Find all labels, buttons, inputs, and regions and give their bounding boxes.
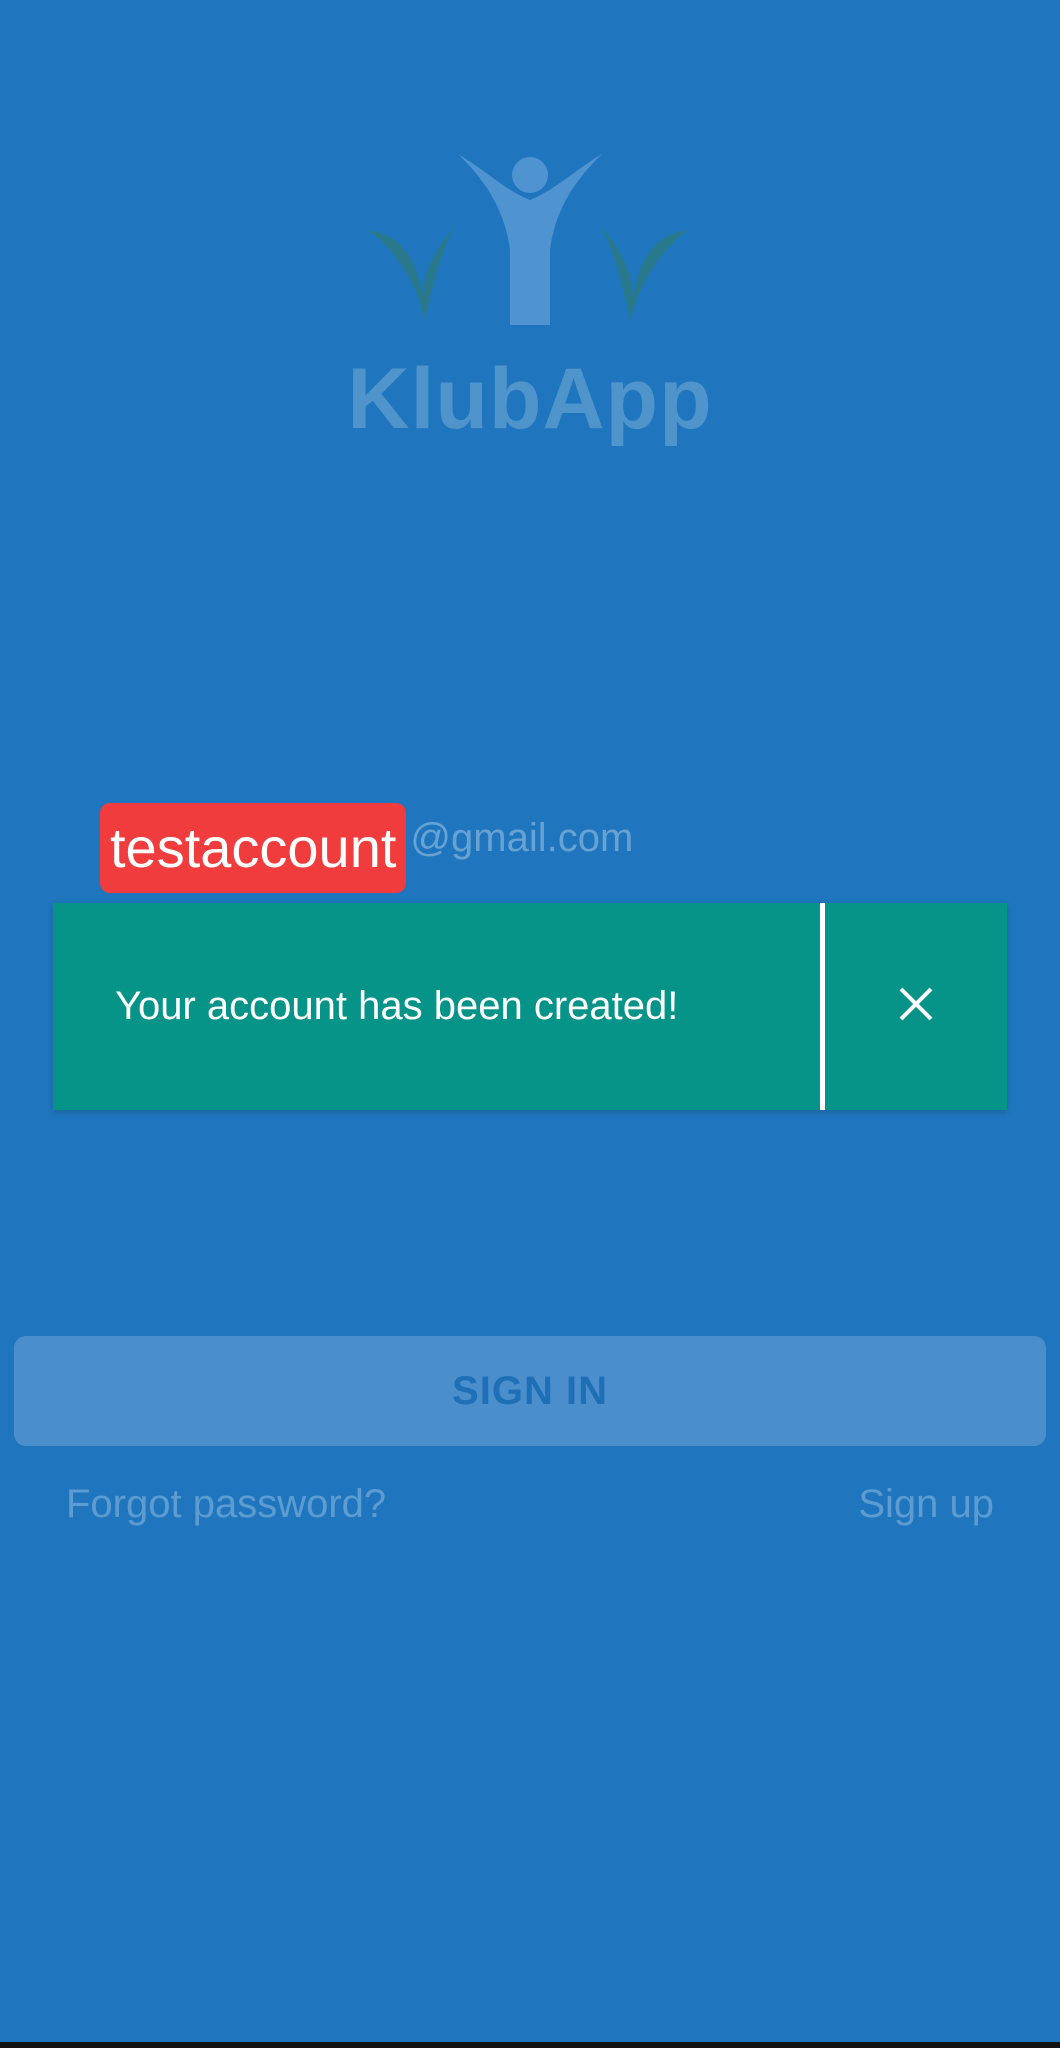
sign-up-link[interactable]: Sign up — [858, 1482, 994, 1527]
email-username-highlight: testaccount — [100, 803, 407, 893]
bottom-edge-bar — [0, 2042, 1060, 2048]
sign-in-button[interactable]: SIGN IN — [14, 1336, 1046, 1446]
toast-message: Your account has been created! — [115, 984, 679, 1028]
klubapp-logo-icon — [340, 140, 720, 340]
login-screen: KlubApp testaccount @gmail.com Your acco… — [0, 0, 1060, 2048]
success-toast: Your account has been created! — [53, 903, 1007, 1110]
forgot-password-link[interactable]: Forgot password? — [66, 1482, 386, 1527]
email-field[interactable]: testaccount @gmail.com — [100, 800, 633, 896]
email-domain-text: @gmail.com — [410, 815, 634, 860]
toast-close-button[interactable] — [825, 903, 1007, 1110]
app-name: KlubApp — [347, 351, 713, 447]
close-icon — [897, 985, 935, 1028]
